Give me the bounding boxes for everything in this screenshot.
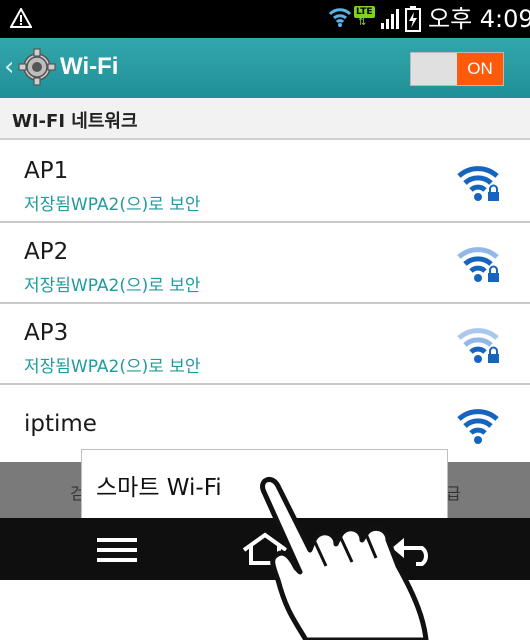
clock: 오후 4:09 [428,5,530,33]
menu-icon[interactable] [97,536,137,564]
network-name: AP2 [24,239,69,265]
wifi-status-icon [328,8,352,27]
back-chevron-icon[interactable]: ‹ [4,52,14,82]
network-item-ap2[interactable]: AP2 저장됨WPA2(으)로 보안 [0,223,530,304]
network-name: iptime [24,411,97,437]
wifi-signal-icon [457,409,499,444]
network-item-ap3[interactable]: AP3 저장됨WPA2(으)로 보안 [0,304,530,385]
page-title: Wi-Fi [60,53,119,80]
screen: LTE ⇅ 오후 4:09 ‹ Wi-Fi ON WI-FI 네트워크 AP1 … [0,0,530,640]
wifi-signal-icon [457,247,499,282]
smart-wifi-menu-item[interactable]: 스마트 Wi-Fi [96,468,222,502]
hand-pointer-icon [260,477,429,640]
network-list: AP1 저장됨WPA2(으)로 보안 AP2 저장됨WPA2(으)로 보안 AP… [0,142,530,466]
network-name: AP1 [24,158,69,184]
battery-icon [405,6,421,32]
status-bar: LTE ⇅ 오후 4:09 [0,0,530,38]
warning-icon [10,8,32,28]
network-status: 저장됨WPA2(으)로 보안 [24,357,201,377]
action-bar: ‹ Wi-Fi ON [0,38,530,98]
lock-icon [488,265,499,282]
wifi-toggle[interactable]: ON [410,52,504,86]
settings-gear-icon[interactable] [18,48,56,86]
section-title: WI-FI 네트워크 [12,111,138,132]
signal-icon [381,9,399,29]
network-name: AP3 [24,320,69,346]
network-status: 저장됨WPA2(으)로 보안 [24,276,201,296]
toggle-on-label: ON [457,53,503,85]
network-status: 저장됨WPA2(으)로 보안 [24,195,201,215]
data-activity-icon: ⇅ [358,17,367,28]
lock-icon [488,184,499,201]
lock-icon [488,346,499,363]
network-item-ap1[interactable]: AP1 저장됨WPA2(으)로 보안 [0,142,530,223]
wifi-signal-icon [457,166,499,201]
section-header: WI-FI 네트워크 [0,98,530,140]
wifi-signal-icon [457,328,499,363]
